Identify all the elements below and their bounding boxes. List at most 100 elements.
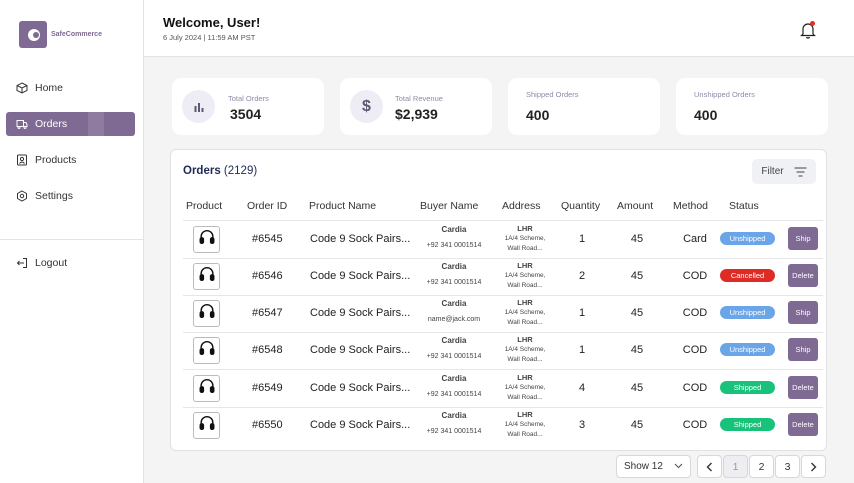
column-header-status: Status — [729, 200, 759, 212]
headphones-icon — [198, 228, 216, 251]
quantity: 4 — [578, 382, 586, 394]
brand-logo[interactable]: SafeCommerce — [19, 21, 102, 48]
sidebar-item-settings[interactable]: Settings — [6, 184, 135, 208]
product-thumbnail[interactable] — [193, 300, 220, 327]
brand-name: SafeCommerce — [51, 31, 102, 38]
sidebar-item-label: Orders — [35, 118, 68, 130]
product-name: Code 9 Sock Pairs... — [310, 344, 411, 356]
top-header: Welcome, User! 6 July 2024 | 11:59 AM PS… — [144, 0, 854, 57]
chevron-down-icon — [674, 463, 683, 469]
stat-card-total-revenue: $ Total Revenue $2,939 — [340, 78, 492, 135]
delete-button[interactable]: Delete — [788, 264, 818, 287]
stat-label: Shipped Orders — [526, 90, 579, 99]
page-button-1[interactable]: 1 — [723, 455, 748, 478]
column-header-order-id: Order ID — [247, 200, 288, 212]
address-line-1: 1A/4 Scheme, — [504, 384, 546, 391]
stat-value: $2,939 — [395, 106, 438, 122]
payment-method: COD — [682, 382, 708, 394]
filter-icon — [794, 166, 807, 177]
table-row[interactable]: #6548 Code 9 Sock Pairs... Cardia +92 341 0… — [171, 332, 828, 369]
table-row[interactable]: #6547 Code 9 Sock Pairs... Cardia name@jack… — [171, 295, 828, 332]
buyer-contact: name@jack.com — [427, 316, 481, 323]
page-size-label: Show 12 — [624, 461, 663, 472]
delete-button[interactable]: Delete — [788, 376, 818, 399]
address-city: LHR — [517, 410, 533, 419]
status-badge: Shipped — [720, 418, 775, 431]
sidebar-item-home[interactable]: Home — [6, 76, 135, 100]
status-badge: Shipped — [720, 381, 775, 394]
product-name: Code 9 Sock Pairs... — [310, 270, 411, 282]
chevron-right-icon — [811, 462, 817, 471]
bar-chart-icon — [182, 90, 215, 123]
quantity: 1 — [578, 344, 586, 356]
ship-button[interactable]: Ship — [788, 301, 818, 324]
table-row[interactable]: #6545 Code 9 Sock Pairs... Cardia +92 341 0… — [171, 221, 828, 258]
product-thumbnail[interactable] — [193, 263, 220, 290]
table-row[interactable]: #6549 Code 9 Sock Pairs... Cardia +92 341 0… — [171, 370, 828, 407]
column-header-address: Address — [502, 200, 541, 212]
stat-card-shipped-orders: Shipped Orders 400 — [508, 78, 660, 135]
ship-button[interactable]: Ship — [788, 227, 818, 250]
headphones-icon — [198, 265, 216, 288]
sidebar-item-label: Settings — [35, 190, 73, 202]
page-button-2[interactable]: 2 — [749, 455, 774, 478]
sidebar-item-orders[interactable]: Orders — [6, 112, 135, 136]
stat-value: 400 — [694, 107, 718, 123]
payment-method: COD — [682, 419, 708, 431]
product-name: Code 9 Sock Pairs... — [310, 233, 411, 245]
filter-button[interactable]: Filter — [752, 159, 816, 184]
quantity: 2 — [578, 270, 586, 282]
product-thumbnail[interactable] — [193, 337, 220, 364]
page-button-3[interactable]: 3 — [775, 455, 800, 478]
address-line-1: 1A/4 Scheme, — [504, 309, 546, 316]
amount: 45 — [630, 233, 644, 245]
header-datetime: 6 July 2024 | 11:59 AM PST — [163, 33, 256, 42]
product-thumbnail[interactable] — [193, 226, 220, 253]
sidebar-item-products[interactable]: Products — [6, 148, 135, 172]
stat-value: 3504 — [230, 106, 262, 122]
buyer-contact: +92 341 0001514 — [426, 242, 482, 249]
table-row[interactable]: #6550 Code 9 Sock Pairs... Cardia +92 341 0… — [171, 407, 828, 444]
product-thumbnail[interactable] — [193, 375, 220, 402]
status-badge: Cancelled — [720, 269, 775, 282]
filter-label: Filter — [761, 166, 784, 177]
order-id: #6545 — [252, 233, 283, 245]
chevron-left-icon — [706, 462, 712, 471]
payment-method: COD — [682, 270, 708, 282]
prev-page-button[interactable] — [697, 455, 722, 478]
payment-method: COD — [682, 344, 708, 356]
address-line-2: Wall Road... — [507, 394, 543, 401]
buyer-contact: +92 341 0001514 — [426, 279, 482, 286]
address-line-1: 1A/4 Scheme, — [504, 346, 546, 353]
address-city: LHR — [517, 298, 533, 307]
headphones-icon — [198, 377, 216, 400]
product-name: Code 9 Sock Pairs... — [310, 307, 411, 319]
address-line-2: Wall Road... — [507, 431, 543, 438]
column-header-buyer-name: Buyer Name — [420, 200, 479, 212]
column-header-method: Method — [673, 200, 709, 212]
address-line-2: Wall Road... — [507, 245, 543, 252]
buyer-contact: +92 341 0001514 — [426, 428, 482, 435]
address-cell: LHR 1A/4 Scheme, Wall Road... — [497, 224, 553, 254]
next-page-button[interactable] — [801, 455, 826, 478]
ship-button[interactable]: Ship — [788, 338, 818, 361]
address-line-2: Wall Road... — [507, 319, 543, 326]
dollar-icon: $ — [350, 90, 383, 123]
product-thumbnail[interactable] — [193, 412, 220, 439]
cube-icon — [16, 82, 28, 94]
stat-label: Total Orders — [228, 94, 269, 103]
payment-method: COD — [682, 307, 708, 319]
stat-card-total-orders: Total Orders 3504 — [172, 78, 324, 135]
stat-label: Unshipped Orders — [694, 90, 755, 99]
page-size-select[interactable]: Show 12 — [616, 455, 691, 478]
logout-label: Logout — [35, 257, 68, 269]
address-line-1: 1A/4 Scheme, — [504, 421, 546, 428]
column-header-product: Product — [186, 200, 223, 212]
status-badge: Unshipped — [720, 306, 775, 319]
status-badge: Unshipped — [720, 343, 775, 356]
logout-button[interactable]: Logout — [6, 251, 135, 275]
table-row[interactable]: #6546 Code 9 Sock Pairs... Cardia +92 341 0… — [171, 258, 828, 295]
logout-icon — [16, 258, 27, 268]
headphones-icon — [198, 339, 216, 362]
delete-button[interactable]: Delete — [788, 413, 818, 436]
